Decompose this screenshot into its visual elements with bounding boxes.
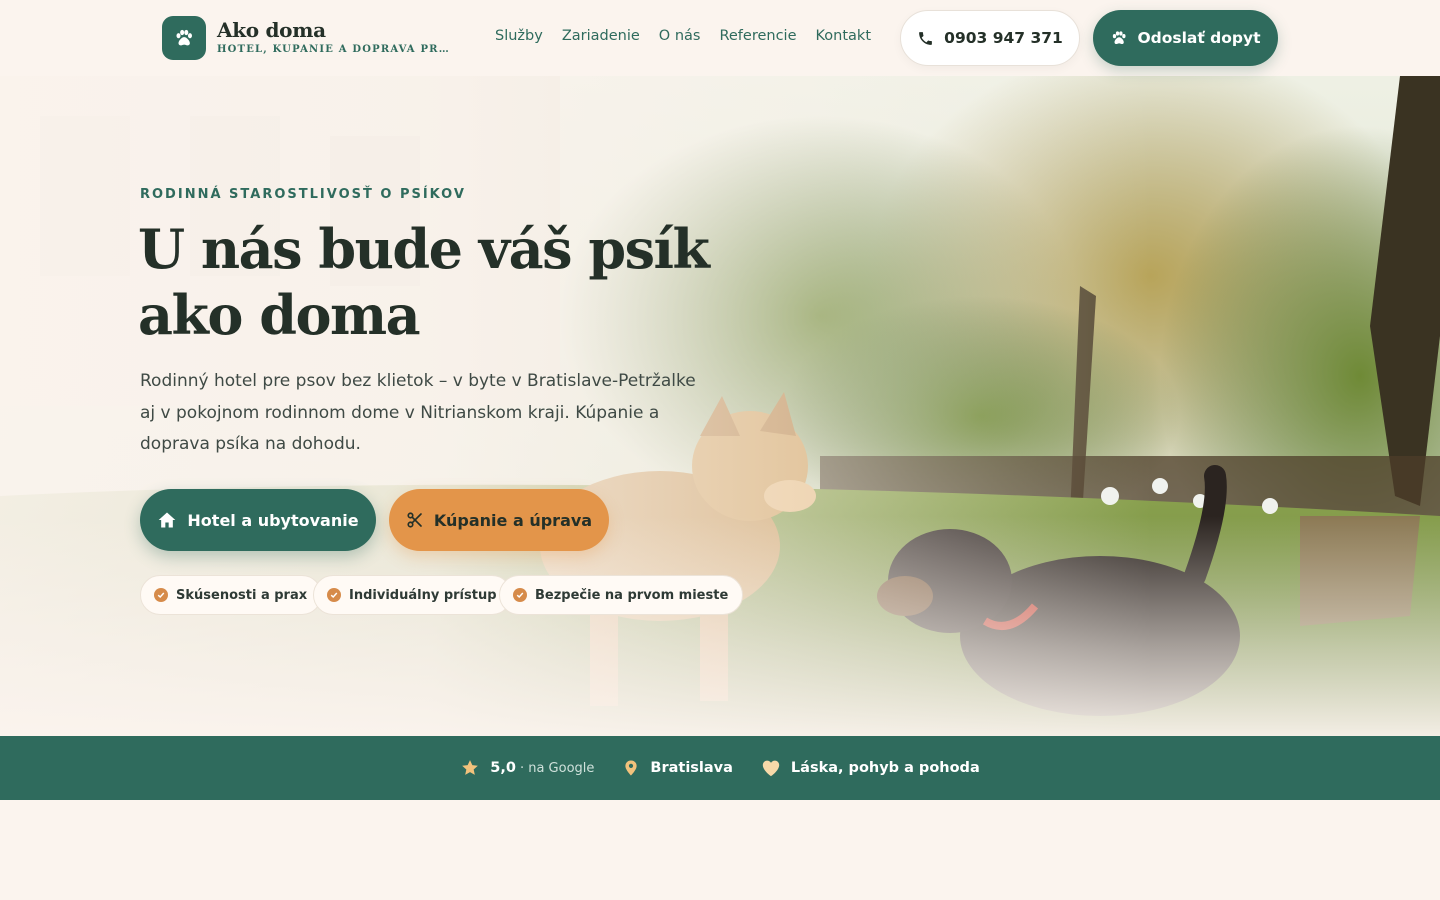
scissors-icon bbox=[407, 512, 422, 528]
feature-pill-experience: Skúsenosti a prax bbox=[140, 575, 323, 615]
phone-button[interactable]: 0903 947 371 bbox=[900, 10, 1080, 66]
map-pin-icon bbox=[625, 760, 638, 776]
paw-icon bbox=[1113, 31, 1126, 45]
nav-link-services[interactable]: Služby bbox=[495, 28, 543, 44]
google-rating: 5,0 · na Google bbox=[460, 758, 594, 778]
rating-value: 5,0 bbox=[490, 760, 516, 776]
check-icon bbox=[327, 588, 341, 602]
bathing-grooming-label: Kúpanie a úprava bbox=[433, 510, 593, 530]
feature-label: Skúsenosti a prax bbox=[176, 587, 308, 603]
hotel-accommodation-label: Hotel a ubytovanie bbox=[187, 510, 359, 530]
brand-tagline: HOTEL, KÚPANIE A DOPRAVA PRE PS… bbox=[217, 44, 457, 55]
feature-pill-individual: Individuálny prístup bbox=[313, 575, 512, 615]
hero-lead: Rodinný hotel pre psov bez klietok – v b… bbox=[140, 371, 696, 454]
feature-pill-safety: Bezpečie na prvom mieste bbox=[499, 575, 744, 615]
phone-icon bbox=[919, 31, 933, 45]
send-inquiry-button[interactable]: Odoslať dopyt bbox=[1093, 10, 1278, 66]
brand-name[interactable]: Ako doma bbox=[217, 18, 326, 42]
hero-section: RODINNÁ STAROSTLIVOSŤ O PSÍKOV U nás bud… bbox=[0, 76, 1440, 736]
heart-icon bbox=[762, 760, 780, 777]
nav-link-facilities[interactable]: Zariadenie bbox=[562, 28, 640, 44]
hero-eyebrow: RODINNÁ STAROSTLIVOSŤ O PSÍKOV bbox=[140, 187, 466, 202]
hotel-accommodation-button[interactable]: Hotel a ubytovanie bbox=[140, 489, 376, 551]
check-icon bbox=[513, 588, 527, 602]
location: Bratislava bbox=[622, 758, 733, 778]
trust-band: 5,0 · na Google Bratislava Láska, pohyb … bbox=[0, 736, 1440, 800]
logo-mark[interactable] bbox=[162, 16, 206, 60]
phone-number: 0903 947 371 bbox=[944, 29, 1063, 47]
motto-label: Láska, pohyb a pohoda bbox=[790, 760, 980, 776]
nav-link-about[interactable]: O nás bbox=[659, 28, 701, 44]
feature-label: Bezpečie na prvom mieste bbox=[535, 587, 729, 603]
nav-link-references[interactable]: Referencie bbox=[719, 28, 796, 44]
check-icon bbox=[154, 588, 168, 602]
bathing-grooming-button[interactable]: Kúpanie a úprava bbox=[389, 489, 609, 551]
feature-label: Individuálny prístup bbox=[349, 587, 497, 603]
main-nav: Služby Zariadenie O nás Referencie Konta… bbox=[495, 28, 871, 44]
hero-headline: U nás bude váš psík ako doma bbox=[138, 217, 710, 347]
nav-link-contact[interactable]: Kontakt bbox=[816, 28, 872, 44]
site-header: Ako doma HOTEL, KÚPANIE A DOPRAVA PRE PS… bbox=[0, 0, 1440, 76]
star-icon bbox=[462, 760, 479, 775]
paw-icon bbox=[176, 29, 192, 46]
location-label: Bratislava bbox=[650, 760, 733, 776]
send-inquiry-label: Odoslať dopyt bbox=[1137, 29, 1261, 47]
home-icon bbox=[159, 512, 176, 528]
motto: Láska, pohyb a pohoda bbox=[761, 759, 980, 777]
rating-source: · na Google bbox=[519, 760, 595, 776]
